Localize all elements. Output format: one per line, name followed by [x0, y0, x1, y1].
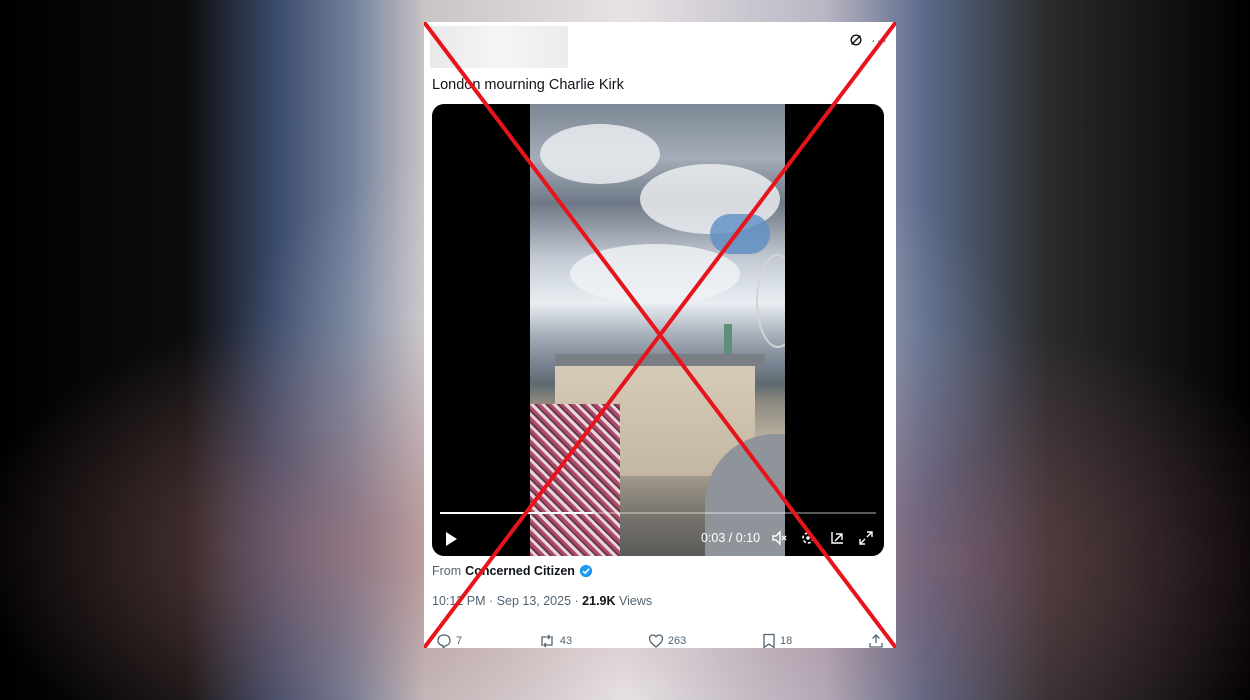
video-frame: [530, 104, 785, 556]
like-button[interactable]: 263: [648, 633, 686, 648]
london-eye: [756, 254, 785, 348]
repost-count: 43: [559, 635, 573, 647]
tweet-date[interactable]: Sep 13, 2025: [497, 594, 571, 608]
tweet-text: London mourning Charlie Kirk: [432, 77, 624, 93]
views-count: 21.9K: [582, 594, 616, 608]
from-label: From: [432, 564, 462, 578]
verified-badge-icon: [579, 564, 593, 578]
picture-in-picture-icon[interactable]: [829, 530, 845, 546]
grok-icon[interactable]: [849, 33, 863, 47]
meta-separator-2: ·: [574, 594, 579, 608]
mute-icon[interactable]: [771, 530, 787, 546]
tweet-card: ··· London mourning Charlie Kirk 0:03 / …: [424, 22, 896, 648]
source-account-link[interactable]: Concerned Citizen: [465, 564, 575, 578]
tweet-top-icons: ···: [849, 32, 888, 48]
views-label: Views: [619, 594, 653, 608]
tweet-actions: 7 43 263 18: [436, 633, 884, 648]
settings-icon[interactable]: [800, 530, 816, 546]
reply-count: 7: [456, 635, 463, 647]
blurred-author-header: [430, 26, 568, 68]
fullscreen-icon[interactable]: [858, 530, 874, 546]
like-count: 263: [667, 635, 687, 647]
reply-button[interactable]: 7: [436, 633, 462, 648]
play-icon[interactable]: [444, 531, 458, 547]
reply-icon: [437, 634, 451, 648]
bookmark-count: 18: [779, 635, 793, 647]
share-icon: [869, 634, 883, 648]
bookmark-button[interactable]: 18: [762, 633, 792, 648]
video-player[interactable]: 0:03 / 0:10: [432, 104, 884, 556]
tweet-meta: 10:12 PM · Sep 13, 2025 · 21.9K Views: [432, 594, 652, 608]
repost-button[interactable]: 43: [538, 633, 572, 648]
heart-icon: [648, 634, 664, 648]
video-source: From Concerned Citizen: [432, 564, 593, 578]
more-options-icon[interactable]: ···: [871, 32, 888, 48]
share-button[interactable]: [868, 633, 884, 648]
meta-separator: ·: [489, 594, 494, 608]
video-progress-fill: [440, 512, 593, 514]
video-progress-bar[interactable]: [440, 512, 876, 514]
video-time: 0:03 / 0:10: [701, 531, 761, 545]
repost-icon: [541, 634, 553, 648]
tweet-time[interactable]: 10:12 PM: [432, 594, 486, 608]
video-controls: 0:03 / 0:10: [432, 524, 884, 552]
bookmark-icon: [763, 633, 775, 648]
